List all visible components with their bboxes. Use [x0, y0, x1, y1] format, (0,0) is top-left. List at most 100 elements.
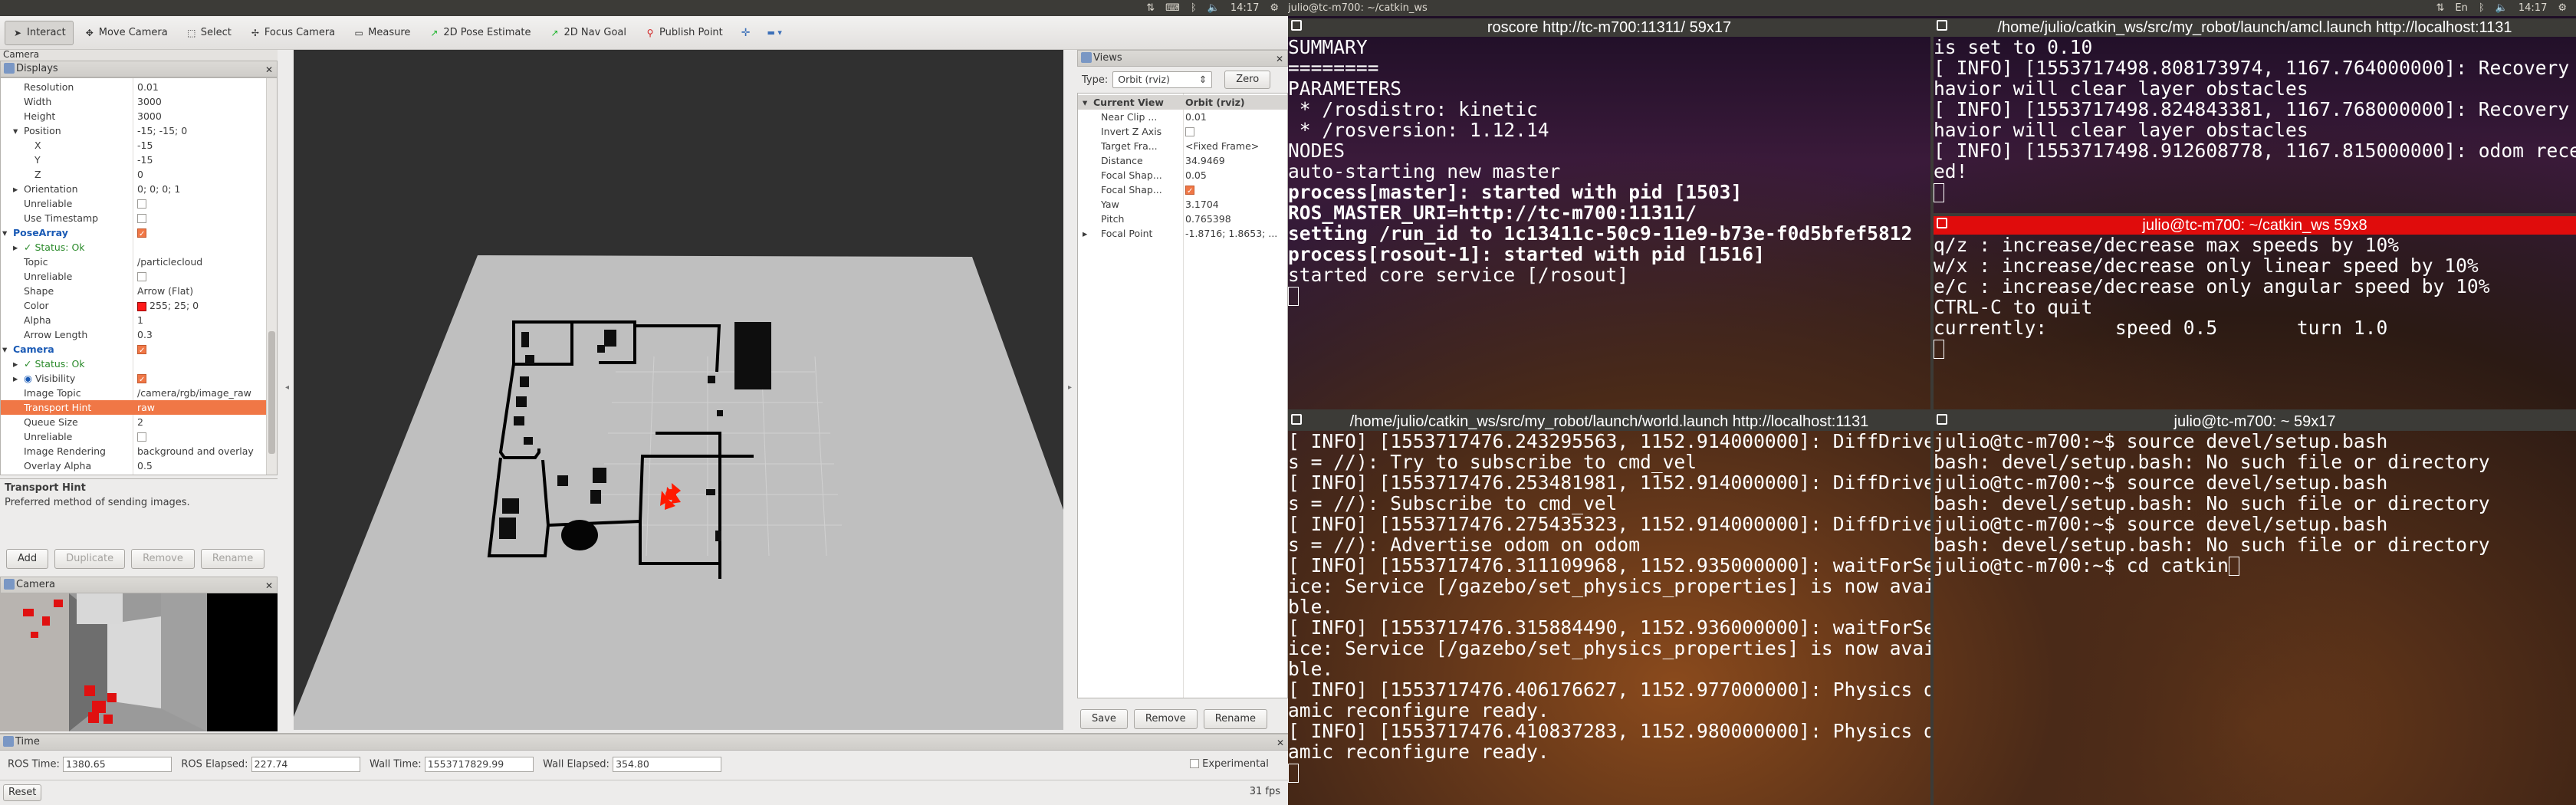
view-value[interactable]: Orbit (rviz): [1185, 95, 1245, 110]
tool-publish-point[interactable]: ⚲ Publish Point: [637, 21, 731, 45]
view-row[interactable]: Pitch 0.765398: [1078, 212, 1287, 226]
tree-row[interactable]: Unreliable: [1, 269, 266, 284]
terminal-pane-amcl[interactable]: is set to 0.10[ INFO] [1553717498.808173…: [1934, 37, 2576, 213]
tool-2d-nav-goal[interactable]: ↗ 2D Nav Goal: [541, 21, 634, 45]
view-row[interactable]: ▾ Current View Orbit (rviz): [1078, 95, 1287, 110]
collapse-icon[interactable]: ▾: [13, 123, 18, 138]
clock-right[interactable]: 14:17: [2518, 0, 2547, 16]
tree-row[interactable]: ▸ Orientation 0; 0; 0; 1: [1, 182, 266, 196]
pane-title-teleop[interactable]: julio@tc-m700: ~/catkin_ws 59x8: [1934, 216, 2576, 235]
tree-value[interactable]: [137, 429, 146, 444]
tree-row[interactable]: Height 3000: [1, 109, 266, 123]
view-value[interactable]: <Fixed Frame>: [1185, 139, 1259, 153]
property-checkbox[interactable]: [137, 373, 146, 386]
tree-value[interactable]: -15; -15; 0: [137, 123, 187, 138]
keyboard-icon[interactable]: ⌨: [1165, 0, 1180, 16]
property-checkbox[interactable]: [137, 343, 146, 356]
expand-icon[interactable]: ▸: [13, 371, 18, 386]
view-value[interactable]: [1185, 124, 1194, 139]
bluetooth-icon[interactable]: ᛒ: [1191, 0, 1197, 16]
view-row[interactable]: Near Clip ... 0.01: [1078, 110, 1287, 124]
pane-title-shell[interactable]: julio@tc-m700: ~ 59x17: [1934, 412, 2576, 431]
tree-row[interactable]: ▾ Camera: [1, 342, 266, 356]
collapse-icon[interactable]: ▾: [2, 342, 7, 356]
tree-row[interactable]: Z0: [1, 167, 266, 182]
settings-icon[interactable]: ⚙: [1270, 0, 1279, 16]
volume-icon[interactable]: 🔈: [1208, 0, 1220, 16]
tool-interact[interactable]: ➤ Interact: [5, 20, 74, 45]
add-button[interactable]: Add: [6, 549, 49, 569]
tree-value[interactable]: 1: [137, 313, 143, 327]
property-checkbox[interactable]: [137, 432, 146, 442]
view-type-select[interactable]: Orbit (rviz) ⇕: [1112, 71, 1213, 88]
tree-value[interactable]: background and overlay: [137, 444, 254, 458]
network-icon[interactable]: ⇅: [2436, 0, 2445, 16]
close-icon[interactable]: ✕: [1276, 735, 1284, 751]
pane-title-amcl[interactable]: /home/julio/catkin_ws/src/my_robot/launc…: [1934, 18, 2576, 37]
collapse-icon[interactable]: ▾: [2, 225, 7, 240]
rename-button[interactable]: Rename: [200, 549, 265, 569]
tree-row[interactable]: ▸ ✓ Status: Ok: [1, 356, 266, 371]
view-value[interactable]: [1185, 182, 1194, 199]
displays-scrollbar[interactable]: [266, 78, 277, 475]
pane-title-roscore[interactable]: roscore http://tc-m700:11311/ 59x17: [1288, 18, 1930, 37]
tree-row[interactable]: ▸ ◉ Visibility: [1, 371, 266, 386]
expand-icon[interactable]: ▸: [1083, 226, 1087, 241]
tree-row[interactable]: ▸ ✓ Status: Ok: [1, 240, 266, 255]
tree-value[interactable]: [137, 225, 146, 240]
tree-row[interactable]: Y -15: [1, 153, 266, 167]
close-icon[interactable]: ✕: [265, 62, 273, 77]
camera-tab[interactable]: Camera: [0, 50, 278, 61]
tree-value[interactable]: [137, 196, 146, 211]
tree-value[interactable]: /particlecloud: [137, 255, 202, 269]
ros-elapsed-field[interactable]: 227.74: [251, 757, 360, 772]
color-swatch[interactable]: [137, 301, 146, 311]
tree-value[interactable]: 3000: [137, 109, 162, 123]
tree-value[interactable]: [137, 371, 146, 386]
rename-view-button[interactable]: Rename: [1203, 709, 1268, 729]
tree-row[interactable]: Image Rendering background and overlay: [1, 444, 266, 458]
tree-row[interactable]: Image Topic/camera/rgb/image_raw: [1, 386, 266, 400]
view-checkbox[interactable]: [1185, 127, 1194, 136]
tree-row[interactable]: Unreliable: [1, 196, 266, 211]
tree-value[interactable]: 255; 25; 0: [137, 298, 199, 313]
tree-row[interactable]: Alpha 1: [1, 313, 266, 327]
tree-value[interactable]: 0.3: [137, 327, 153, 342]
tree-row[interactable]: Resolution 0.01: [1, 80, 266, 94]
view-value[interactable]: 0.05: [1185, 168, 1207, 182]
tool-focus-camera[interactable]: ✢ Focus Camera: [242, 21, 343, 45]
remove-button[interactable]: Remove: [131, 549, 195, 569]
view-row[interactable]: Target Fra... <Fixed Frame>: [1078, 139, 1287, 153]
view-row[interactable]: Yaw 3.1704: [1078, 197, 1287, 212]
tree-value[interactable]: raw: [137, 400, 155, 415]
tree-value[interactable]: [137, 342, 146, 356]
tree-row[interactable]: ▾ Position -15; -15; 0: [1, 123, 266, 138]
view-row[interactable]: Distance 34.9469: [1078, 153, 1287, 168]
tree-value[interactable]: Arrow (Flat): [137, 284, 193, 298]
wall-elapsed-field[interactable]: 354.80: [613, 757, 722, 772]
duplicate-button[interactable]: Duplicate: [54, 549, 126, 569]
view-row[interactable]: Focal Shap...: [1078, 182, 1287, 199]
keyboard-layout[interactable]: En: [2455, 0, 2467, 16]
tree-value[interactable]: [137, 269, 146, 284]
tree-value[interactable]: 0.01: [137, 80, 159, 94]
close-icon[interactable]: ✕: [265, 578, 273, 593]
displays-tree[interactable]: Resolution 0.01 Width 3000 Height 3000 ▾ Positi…: [0, 77, 278, 475]
tool-select[interactable]: ⬚ Select: [179, 21, 239, 45]
tree-value[interactable]: 0.5: [137, 458, 153, 473]
tree-row[interactable]: Topic/particlecloud: [1, 255, 266, 269]
tree-row[interactable]: Overlay Alpha 0.5: [1, 458, 266, 473]
wall-time-field[interactable]: 1553717829.99: [424, 757, 534, 772]
view-row[interactable]: Focal Shap... 0.05: [1078, 168, 1287, 182]
experimental-option[interactable]: Experimental: [1190, 758, 1269, 770]
tree-row[interactable]: Color 255; 25; 0: [1, 298, 266, 313]
add-tool-icon[interactable]: ✛: [741, 27, 751, 39]
terminal-pane-shell[interactable]: julio@tc-m700:~$ source devel/setup.bash…: [1934, 431, 2576, 805]
tool-move-camera[interactable]: ✥ Move Camera: [77, 21, 176, 45]
expand-icon[interactable]: ▸: [13, 182, 18, 196]
tool-measure[interactable]: ▭ Measure: [346, 21, 418, 45]
tree-value[interactable]: -15: [137, 138, 153, 153]
tree-row[interactable]: Unreliable: [1, 429, 266, 444]
ros-time-field[interactable]: 1380.65: [62, 757, 172, 772]
view-value[interactable]: 0.01: [1185, 110, 1207, 124]
